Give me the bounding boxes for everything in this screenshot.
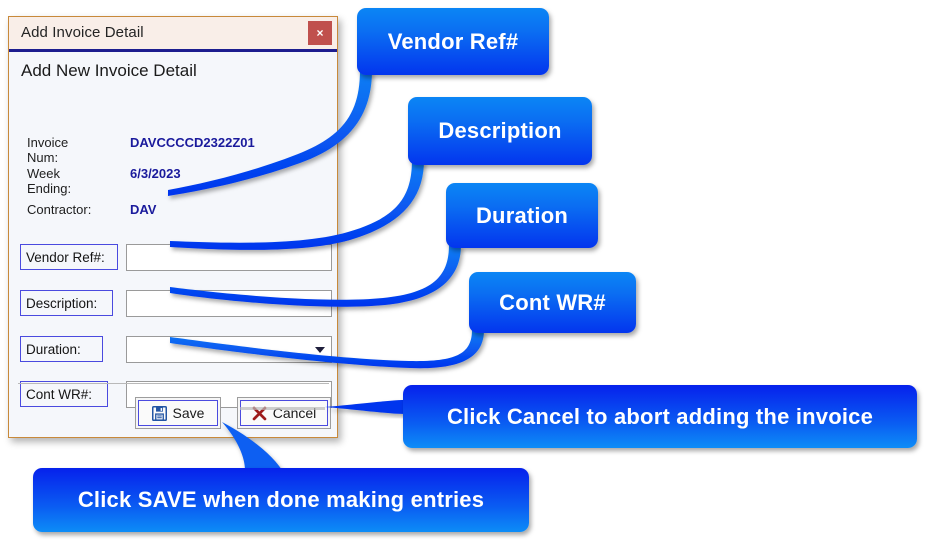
contractor-label: Contractor: [27, 202, 92, 217]
callout-cont-wr-text: Cont WR# [499, 289, 606, 315]
cont-wr-label: Cont WR#: [20, 381, 108, 407]
add-invoice-detail-dialog: Add Invoice Detail × Add New Invoice Det… [8, 16, 338, 438]
invoice-num-label: Invoice Num: [27, 135, 69, 165]
callout-save-hint-text: Click SAVE when done making entries [77, 487, 485, 512]
contractor-value: DAV [130, 202, 157, 217]
field-row-description: Description: [9, 290, 337, 320]
week-ending-value: 6/3/2023 [130, 166, 181, 181]
duration-label: Duration: [20, 336, 103, 362]
week-ending-label: Week Ending: [27, 166, 72, 196]
callout-save-hint: Click SAVE when done making entries [33, 468, 529, 532]
dialog-body: Add New Invoice Detail Invoice Num: DAVC… [9, 52, 337, 436]
invoice-num-value: DAVCCCCD2322Z01 [130, 135, 255, 150]
callout-vendor-ref-text: Vendor Ref# [387, 28, 519, 54]
callout-cont-wr: Cont WR# [469, 272, 636, 333]
cancel-button[interactable]: Cancel [237, 397, 331, 429]
chevron-down-icon[interactable] [315, 347, 325, 353]
dialog-title: Add Invoice Detail [21, 24, 144, 41]
callout-description: Description [408, 97, 592, 165]
callout-description-text: Description [438, 118, 562, 143]
save-button[interactable]: Save [135, 397, 221, 429]
callout-cancel-hint: Click Cancel to abort adding the invoice [403, 385, 917, 448]
field-row-vendor-ref: Vendor Ref#: [9, 244, 337, 274]
description-label: Description: [20, 290, 113, 316]
field-row-duration: Duration: [9, 336, 337, 366]
callout-duration-text: Duration [475, 202, 569, 228]
x-mark-icon [252, 406, 267, 420]
save-button-label: Save [172, 405, 205, 421]
floppy-disk-icon [151, 405, 167, 421]
form-heading: Add New Invoice Detail [21, 61, 197, 80]
footer-divider [18, 383, 329, 384]
dialog-title-bar: Add Invoice Detail × [9, 17, 337, 52]
vendor-ref-input[interactable] [126, 244, 332, 271]
duration-combobox[interactable] [126, 336, 332, 363]
callout-duration: Duration [446, 183, 598, 248]
description-input[interactable] [126, 290, 332, 317]
callout-cancel-hint-text: Click Cancel to abort adding the invoice [446, 403, 874, 429]
vendor-ref-label: Vendor Ref#: [20, 244, 118, 270]
cancel-button-label: Cancel [272, 405, 317, 421]
callout-vendor-ref: Vendor Ref# [357, 8, 549, 75]
close-icon[interactable]: × [308, 21, 332, 45]
